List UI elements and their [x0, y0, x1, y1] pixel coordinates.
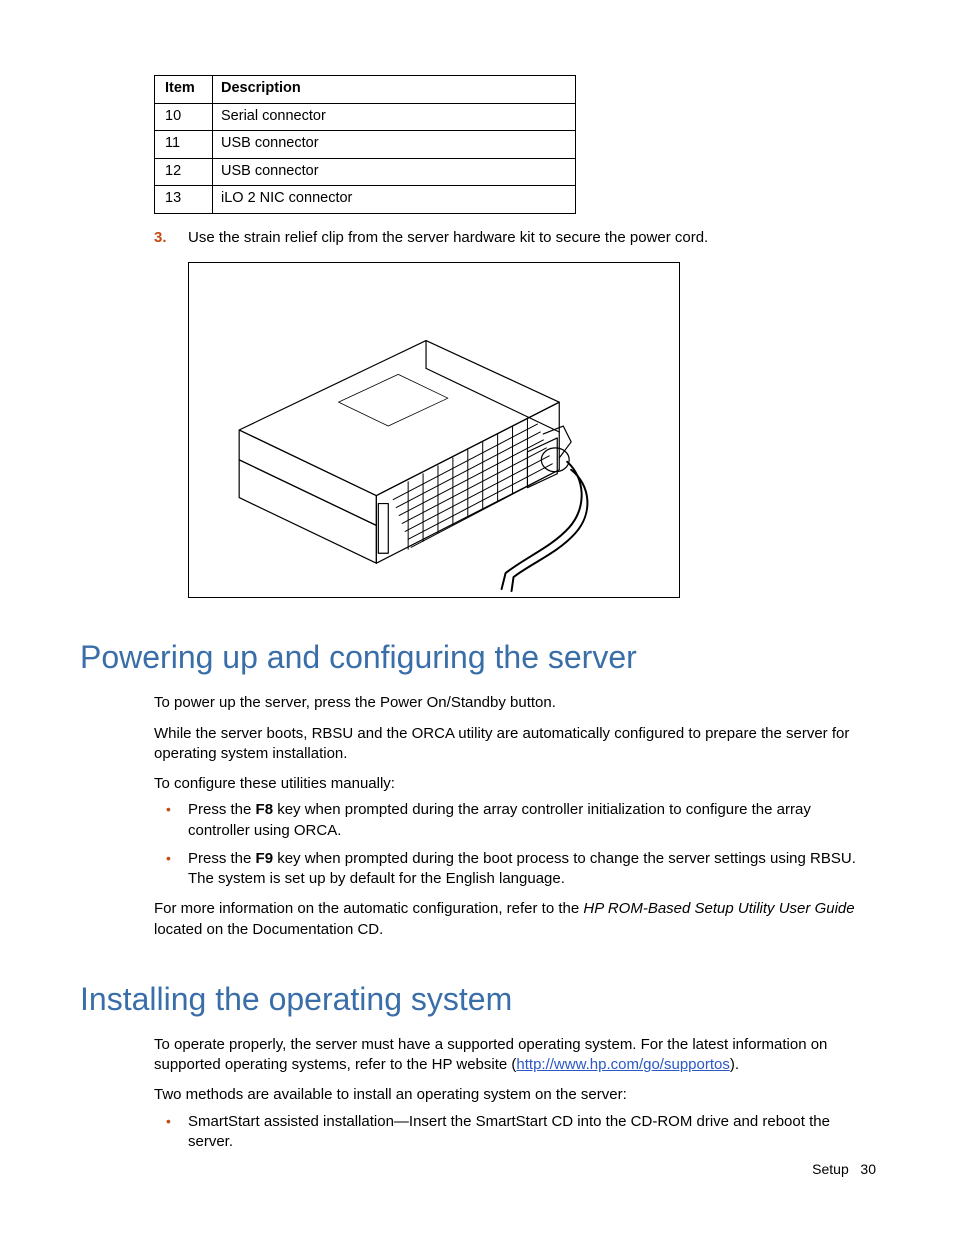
cell-item: 12 — [155, 158, 213, 186]
cell-description: iLO 2 NIC connector — [213, 186, 576, 214]
page-footer: Setup 30 — [812, 1160, 876, 1179]
heading-installing-os: Installing the operating system — [80, 978, 876, 1021]
cell-description: USB connector — [213, 158, 576, 186]
th-item: Item — [155, 76, 213, 104]
cell-description: USB connector — [213, 131, 576, 159]
text: key when prompted during the array contr… — [188, 801, 811, 838]
footer-page: 30 — [860, 1161, 876, 1177]
key: F9 — [256, 850, 274, 867]
cell-item: 13 — [155, 186, 213, 214]
power-supply-icon — [189, 263, 679, 597]
doc-title: HP ROM-Based Setup Utility User Guide — [583, 900, 854, 917]
cell-item: 10 — [155, 103, 213, 131]
text: key when prompted during the boot proces… — [188, 850, 856, 887]
list-item: SmartStart assisted installation—Insert … — [154, 1112, 876, 1153]
text: For more information on the automatic co… — [154, 900, 583, 917]
heading-powering-up: Powering up and configuring the server — [80, 636, 876, 679]
text: ). — [730, 1056, 739, 1073]
power-supply-figure — [188, 262, 680, 598]
cell-item: 11 — [155, 131, 213, 159]
connector-table: Item Description 10 Serial connector 11 … — [154, 75, 576, 214]
paragraph: To power up the server, press the Power … — [154, 693, 876, 713]
paragraph: Two methods are available to install an … — [154, 1085, 876, 1105]
text: Press the — [188, 850, 256, 867]
list-item: Press the F8 key when prompted during th… — [154, 800, 876, 841]
paragraph: While the server boots, RBSU and the ORC… — [154, 724, 876, 765]
supportos-link[interactable]: http://www.hp.com/go/supportos — [516, 1056, 729, 1073]
text: Press the — [188, 801, 256, 818]
th-description: Description — [213, 76, 576, 104]
key: F8 — [256, 801, 274, 818]
bullet-list: Press the F8 key when prompted during th… — [154, 800, 876, 889]
step-3: 3. Use the strain relief clip from the s… — [154, 228, 876, 248]
paragraph: To configure these utilities manually: — [154, 774, 876, 794]
table-row: 12 USB connector — [155, 158, 576, 186]
footer-section: Setup — [812, 1161, 849, 1177]
cell-description: Serial connector — [213, 103, 576, 131]
paragraph: For more information on the automatic co… — [154, 899, 876, 940]
step-text: Use the strain relief clip from the serv… — [188, 228, 708, 248]
list-item: Press the F9 key when prompted during th… — [154, 849, 876, 890]
table-row: 10 Serial connector — [155, 103, 576, 131]
text: located on the Documentation CD. — [154, 921, 383, 938]
table-row: 13 iLO 2 NIC connector — [155, 186, 576, 214]
paragraph: To operate properly, the server must hav… — [154, 1035, 876, 1076]
step-number: 3. — [154, 228, 188, 248]
table-row: 11 USB connector — [155, 131, 576, 159]
bullet-list: SmartStart assisted installation—Insert … — [154, 1112, 876, 1153]
